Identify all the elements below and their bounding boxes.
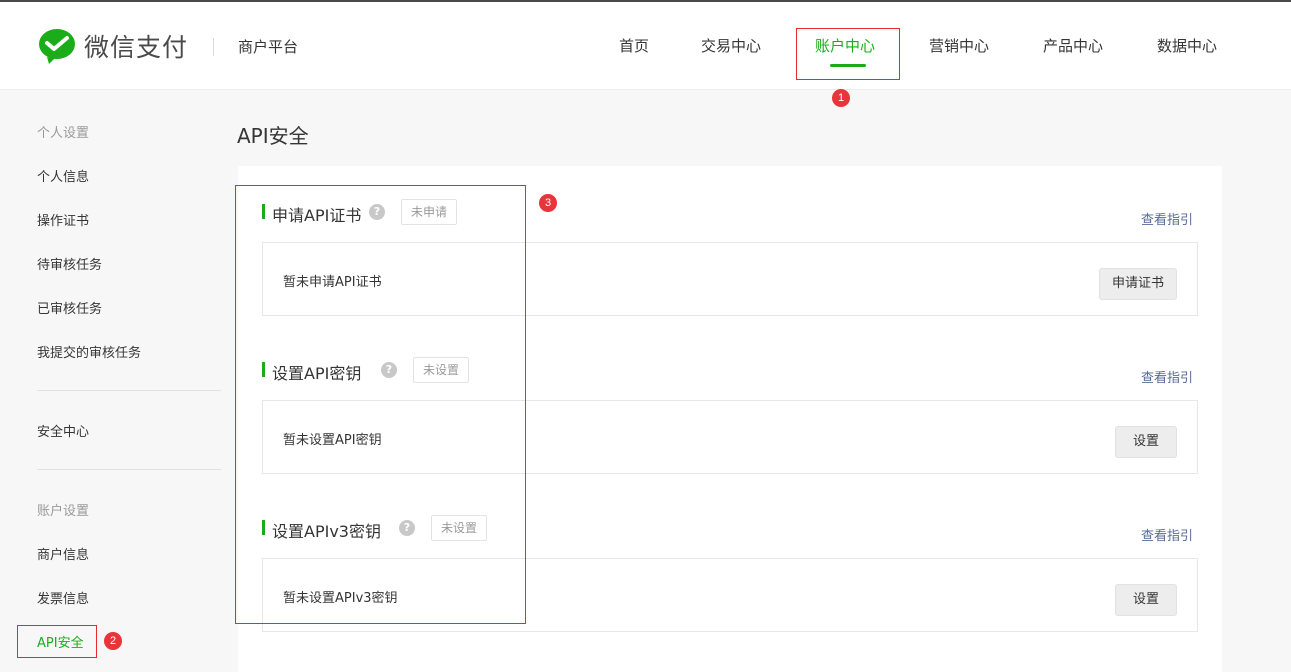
sidebar-group-personal: 个人设置 — [37, 126, 90, 141]
nav-trade-center[interactable]: 交易中心 — [701, 35, 761, 56]
nav-home[interactable]: 首页 — [619, 35, 649, 56]
page-title: API安全 — [237, 124, 309, 148]
set-api-key-button[interactable]: 设置 — [1115, 426, 1177, 458]
nav-marketing-center[interactable]: 营销中心 — [929, 35, 989, 56]
top-header: 微信支付 商户平台 首页 交易中心 账户中心 营销中心 产品中心 数据中心 — [0, 0, 1291, 90]
annotation-badge-3: 3 — [539, 194, 557, 212]
wechat-pay-logo[interactable]: 微信支付 — [38, 28, 188, 64]
nav-data-center[interactable]: 数据中心 — [1157, 35, 1217, 56]
sidebar-item-merchant-info[interactable]: 商户信息 — [37, 544, 89, 563]
sidebar-item-security-center[interactable]: 安全中心 — [37, 421, 89, 440]
view-guide-link[interactable]: 查看指引 — [1141, 209, 1193, 228]
platform-name: 商户平台 — [238, 38, 299, 56]
sidebar-item-my-submitted-tasks[interactable]: 我提交的审核任务 — [37, 342, 141, 361]
sidebar-item-personal-info[interactable]: 个人信息 — [37, 166, 89, 185]
apply-certificate-button[interactable]: 申请证书 — [1099, 268, 1178, 300]
sidebar-item-pending-tasks[interactable]: 待审核任务 — [37, 254, 102, 273]
wechat-pay-logo-icon — [39, 29, 75, 64]
sidebar-item-certificate[interactable]: 操作证书 — [37, 210, 89, 229]
annotation-badge-2: 2 — [104, 632, 122, 650]
header-divider — [213, 38, 214, 56]
sidebar-divider — [37, 469, 221, 470]
logo-text: 微信支付 — [84, 33, 189, 62]
nav-product-center[interactable]: 产品中心 — [1043, 35, 1103, 56]
view-guide-link[interactable]: 查看指引 — [1141, 525, 1193, 544]
sidebar-group-account: 账户设置 — [37, 504, 90, 519]
set-apiv3-key-button[interactable]: 设置 — [1115, 584, 1177, 616]
sidebar-divider — [37, 390, 221, 391]
annotation-box-sections — [235, 185, 526, 624]
annotation-badge-1: 1 — [832, 89, 850, 107]
sidebar-item-reviewed-tasks[interactable]: 已审核任务 — [37, 298, 102, 317]
sidebar-item-invoice-info[interactable]: 发票信息 — [37, 588, 89, 607]
annotation-box-account-center — [796, 28, 900, 80]
annotation-box-api-security — [17, 625, 97, 658]
view-guide-link[interactable]: 查看指引 — [1141, 367, 1193, 386]
